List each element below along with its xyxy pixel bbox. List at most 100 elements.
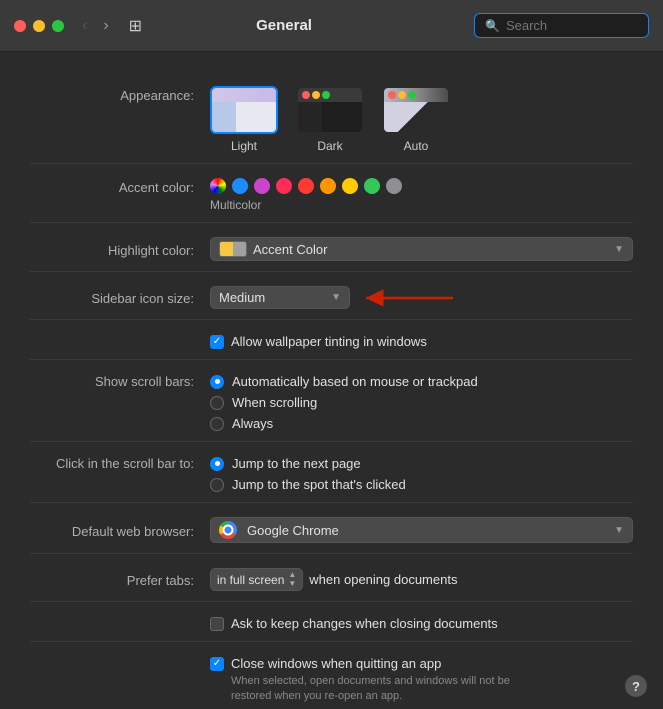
scroll-auto-label: Automatically based on mouse or trackpad — [232, 374, 478, 389]
grid-button[interactable]: ⊞ — [125, 14, 146, 38]
click-spot-radio[interactable] — [210, 478, 224, 492]
appearance-light[interactable]: Light — [210, 86, 278, 153]
forward-button[interactable]: › — [97, 15, 114, 37]
show-scroll-bars-section: Show scroll bars: Automatically based on… — [30, 360, 633, 442]
prefer-tabs-section: Prefer tabs: in full screen ▲ ▼ when ope… — [30, 554, 633, 602]
highlight-color-content: Accent Color ▼ — [210, 237, 633, 261]
sidebar-icon-size-dropdown[interactable]: Medium ▼ — [210, 286, 350, 309]
ask-changes-content: Ask to keep changes when closing documen… — [210, 616, 633, 631]
color-red[interactable] — [298, 178, 314, 194]
click-next-page-radio[interactable] — [210, 457, 224, 471]
accent-color-sub-label: Multicolor — [210, 198, 633, 212]
close-windows-spacer — [30, 656, 210, 658]
search-icon: 🔍 — [485, 19, 500, 33]
scroll-auto-radio[interactable] — [210, 375, 224, 389]
prefer-tabs-after-text: when opening documents — [309, 572, 457, 587]
close-windows-sub-text: When selected, open documents and window… — [231, 674, 551, 705]
close-windows-checkbox[interactable]: ✓ — [210, 657, 224, 671]
appearance-dark[interactable]: Dark — [296, 86, 364, 153]
appearance-dark-label: Dark — [317, 139, 342, 153]
red-arrow-annotation — [358, 284, 458, 312]
help-button[interactable]: ? — [625, 675, 647, 697]
main-content: Appearance: Light — [0, 52, 663, 709]
click-scroll-bar-section: Click in the scroll bar to: Jump to the … — [30, 442, 633, 503]
color-yellow[interactable] — [342, 178, 358, 194]
color-purple[interactable] — [254, 178, 270, 194]
sidebar-icon-size-dropdown-label: Medium — [219, 290, 265, 305]
highlight-color-dropdown[interactable]: Accent Color ▼ — [210, 237, 633, 261]
color-orange[interactable] — [320, 178, 336, 194]
prefer-tabs-dropdown[interactable]: in full screen ▲ ▼ — [210, 568, 303, 591]
click-spot-option[interactable]: Jump to the spot that's clicked — [210, 477, 633, 492]
highlight-color-section: Highlight color: Accent Color ▼ — [30, 223, 633, 272]
default-browser-content: Google Chrome ▼ — [210, 517, 633, 543]
close-windows-checkbox-row[interactable]: ✓ Close windows when quitting an app — [210, 656, 633, 671]
show-scroll-bars-content: Automatically based on mouse or trackpad… — [210, 374, 633, 431]
click-scroll-bar-label: Click in the scroll bar to: — [30, 456, 210, 471]
ask-changes-section: Ask to keep changes when closing documen… — [30, 602, 633, 642]
prefer-tabs-label: Prefer tabs: — [30, 571, 210, 588]
scroll-auto-option[interactable]: Automatically based on mouse or trackpad — [210, 374, 633, 389]
allow-wallpaper-checkbox-row[interactable]: ✓ Allow wallpaper tinting in windows — [210, 334, 633, 349]
back-button[interactable]: ‹ — [76, 15, 93, 37]
color-graphite[interactable] — [386, 178, 402, 194]
appearance-auto-thumb — [382, 86, 450, 134]
prefer-tabs-content: in full screen ▲ ▼ when opening document… — [210, 568, 633, 591]
maximize-button[interactable] — [52, 20, 64, 32]
minimize-button[interactable] — [33, 20, 45, 32]
checkmark-icon-2: ✓ — [213, 659, 221, 669]
ask-changes-spacer — [30, 623, 210, 625]
highlight-color-label: Highlight color: — [30, 241, 210, 258]
search-input[interactable] — [506, 18, 626, 33]
color-green[interactable] — [364, 178, 380, 194]
color-blue[interactable] — [232, 178, 248, 194]
appearance-content: Light Dark — [210, 86, 633, 153]
appearance-light-thumb — [210, 86, 278, 134]
scroll-scrolling-label: When scrolling — [232, 395, 317, 410]
show-scroll-bars-label: Show scroll bars: — [30, 374, 210, 389]
default-browser-dropdown-label: Google Chrome — [247, 523, 339, 538]
appearance-label: Appearance: — [30, 86, 210, 103]
color-dots — [210, 178, 633, 194]
prefer-tabs-arrow: ▲ ▼ — [288, 571, 296, 588]
click-scroll-radio-group: Jump to the next page Jump to the spot t… — [210, 456, 633, 492]
scroll-bars-radio-group: Automatically based on mouse or trackpad… — [210, 374, 633, 431]
titlebar: ‹ › ⊞ General 🔍 — [0, 0, 663, 52]
accent-color-section: Accent color: Multicolor — [30, 164, 633, 223]
scroll-always-option[interactable]: Always — [210, 416, 633, 431]
accent-color-content: Multicolor — [210, 178, 633, 212]
sidebar-icon-size-arrow: ▼ — [331, 292, 341, 303]
allow-wallpaper-section: ✓ Allow wallpaper tinting in windows — [30, 320, 633, 360]
appearance-section: Appearance: Light — [30, 72, 633, 164]
traffic-lights — [14, 20, 64, 32]
appearance-auto[interactable]: Auto — [382, 86, 450, 153]
sidebar-icon-size-section: Sidebar icon size: Medium ▼ — [30, 272, 633, 320]
appearance-dark-thumb — [296, 86, 364, 134]
prefer-tabs-dropdown-label: in full screen — [217, 573, 284, 587]
sidebar-icon-size-label: Sidebar icon size: — [30, 289, 210, 306]
default-browser-section: Default web browser: Google Chrome ▼ — [30, 503, 633, 554]
scroll-scrolling-option[interactable]: When scrolling — [210, 395, 633, 410]
default-browser-dropdown[interactable]: Google Chrome ▼ — [210, 517, 633, 543]
ask-changes-checkbox[interactable] — [210, 617, 224, 631]
close-windows-content: ✓ Close windows when quitting an app Whe… — [210, 656, 633, 705]
color-multicolor[interactable] — [210, 178, 226, 194]
radio-dot-2 — [215, 461, 220, 466]
nav-buttons: ‹ › — [76, 15, 115, 37]
close-button[interactable] — [14, 20, 26, 32]
sidebar-icon-size-content: Medium ▼ — [210, 286, 633, 309]
page-title: General — [154, 17, 414, 34]
color-pink[interactable] — [276, 178, 292, 194]
highlight-swatch — [219, 241, 247, 257]
allow-wallpaper-content: ✓ Allow wallpaper tinting in windows — [210, 334, 633, 349]
highlight-color-dropdown-label: Accent Color — [253, 242, 327, 257]
appearance-options: Light Dark — [210, 86, 633, 153]
scroll-scrolling-radio[interactable] — [210, 396, 224, 410]
default-browser-arrow: ▼ — [614, 525, 624, 536]
ask-changes-checkbox-row[interactable]: Ask to keep changes when closing documen… — [210, 616, 633, 631]
ask-changes-label: Ask to keep changes when closing documen… — [231, 616, 498, 631]
allow-wallpaper-checkbox[interactable]: ✓ — [210, 335, 224, 349]
scroll-always-radio[interactable] — [210, 417, 224, 431]
close-windows-section: ✓ Close windows when quitting an app Whe… — [30, 642, 633, 709]
click-next-page-option[interactable]: Jump to the next page — [210, 456, 633, 471]
